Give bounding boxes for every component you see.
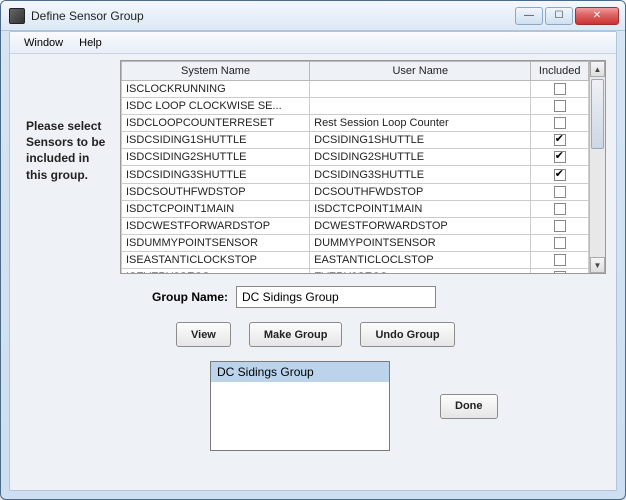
table-row[interactable]: ISDCTCPOINT1MAINISDCTCPOINT1MAIN: [122, 200, 589, 217]
minimize-button[interactable]: —: [515, 7, 543, 25]
checkbox-icon[interactable]: [554, 254, 566, 266]
cell-user: EASTANTICLOCLSTOP: [310, 251, 531, 268]
cell-included[interactable]: [531, 251, 589, 268]
cell-user: DCSOUTHFWDSTOP: [310, 183, 531, 200]
close-button[interactable]: ✕: [575, 7, 619, 25]
menu-help[interactable]: Help: [71, 35, 110, 51]
sensor-table: System Name User Name Included ISCLOCKRU…: [121, 61, 589, 273]
checkbox-icon[interactable]: [554, 186, 566, 198]
checkbox-icon[interactable]: [554, 83, 566, 95]
cell-system: ISCLOCKRUNNING: [122, 81, 310, 98]
checkbox-icon[interactable]: [554, 203, 566, 215]
col-user-name[interactable]: User Name: [310, 62, 531, 81]
group-name-label: Group Name:: [140, 290, 228, 304]
cell-system: ISEVERY3SECS: [122, 269, 310, 273]
cell-included[interactable]: [531, 132, 589, 149]
cell-system: ISDC LOOP CLOCKWISE SE...: [122, 98, 310, 115]
table-row[interactable]: ISDCLOOPCOUNTERRESETRest Session Loop Co…: [122, 115, 589, 132]
cell-included[interactable]: [531, 166, 589, 183]
make-group-button[interactable]: Make Group: [249, 322, 343, 347]
app-window: Define Sensor Group — ☐ ✕ Window Help Pl…: [0, 0, 626, 500]
table-row[interactable]: ISCLOCKRUNNING: [122, 81, 589, 98]
table-row[interactable]: ISDCSOUTHFWDSTOPDCSOUTHFWDSTOP: [122, 183, 589, 200]
col-included[interactable]: Included: [531, 62, 589, 81]
cell-system: ISDCSIDING1SHUTTLE: [122, 132, 310, 149]
sensor-table-container: System Name User Name Included ISCLOCKRU…: [120, 60, 606, 274]
cell-user: [310, 81, 531, 98]
checkbox-icon[interactable]: [554, 220, 566, 232]
menubar: Window Help: [10, 32, 616, 54]
checkbox-icon[interactable]: [554, 169, 566, 181]
scroll-up-icon[interactable]: ▲: [590, 61, 605, 77]
checkbox-icon[interactable]: [554, 237, 566, 249]
cell-system: ISEASTANTICLOCKSTOP: [122, 251, 310, 268]
cell-system: ISDCSOUTHFWDSTOP: [122, 183, 310, 200]
cell-included[interactable]: [531, 81, 589, 98]
checkbox-icon[interactable]: [554, 100, 566, 112]
cell-system: ISDCSIDING3SHUTTLE: [122, 166, 310, 183]
cell-user: DCSIDING3SHUTTLE: [310, 166, 531, 183]
window-controls: — ☐ ✕: [515, 7, 619, 25]
view-button[interactable]: View: [176, 322, 231, 347]
cell-user: DUMMYPOINTSENSOR: [310, 234, 531, 251]
titlebar[interactable]: Define Sensor Group — ☐ ✕: [1, 1, 625, 31]
cell-user: [310, 98, 531, 115]
table-row[interactable]: ISEASTANTICLOCKSTOPEASTANTICLOCLSTOP: [122, 251, 589, 268]
cell-user: ISDCTCPOINT1MAIN: [310, 200, 531, 217]
window-title: Define Sensor Group: [31, 9, 515, 23]
maximize-button[interactable]: ☐: [545, 7, 573, 25]
checkbox-icon[interactable]: [554, 134, 566, 146]
menu-window[interactable]: Window: [16, 35, 71, 51]
side-instruction: Please select Sensors to be included in …: [20, 60, 120, 274]
cell-included[interactable]: [531, 217, 589, 234]
checkbox-icon[interactable]: [554, 151, 566, 163]
cell-user: DCWESTFORWARDSTOP: [310, 217, 531, 234]
cell-user: EVERY3SECS: [310, 269, 531, 273]
undo-group-button[interactable]: Undo Group: [360, 322, 454, 347]
action-buttons-row: View Make Group Undo Group: [176, 322, 616, 347]
scroll-down-icon[interactable]: ▼: [590, 257, 605, 273]
table-row[interactable]: ISDC LOOP CLOCKWISE SE...: [122, 98, 589, 115]
cell-user: DCSIDING1SHUTTLE: [310, 132, 531, 149]
sensor-table-scroll: System Name User Name Included ISCLOCKRU…: [121, 61, 589, 273]
cell-system: ISDCLOOPCOUNTERRESET: [122, 115, 310, 132]
table-row[interactable]: ISDCSIDING2SHUTTLEDCSIDING2SHUTTLE: [122, 149, 589, 166]
cell-included[interactable]: [531, 115, 589, 132]
table-scrollbar[interactable]: ▲ ▼: [589, 61, 605, 273]
table-row[interactable]: ISEVERY3SECSEVERY3SECS: [122, 269, 589, 273]
cell-system: ISDUMMYPOINTSENSOR: [122, 234, 310, 251]
checkbox-icon[interactable]: [554, 271, 566, 273]
upper-content: Please select Sensors to be included in …: [10, 54, 616, 274]
cell-system: ISDCSIDING2SHUTTLE: [122, 149, 310, 166]
cell-included[interactable]: [531, 98, 589, 115]
table-row[interactable]: ISDCSIDING1SHUTTLEDCSIDING1SHUTTLE: [122, 132, 589, 149]
table-row[interactable]: ISDCWESTFORWARDSTOPDCWESTFORWARDSTOP: [122, 217, 589, 234]
cell-included[interactable]: [531, 269, 589, 273]
group-name-row: Group Name:: [140, 286, 616, 308]
app-icon: [9, 8, 25, 24]
col-system-name[interactable]: System Name: [122, 62, 310, 81]
scroll-thumb[interactable]: [591, 79, 604, 149]
cell-included[interactable]: [531, 149, 589, 166]
groups-area: DC Sidings Group Done: [210, 361, 616, 451]
cell-included[interactable]: [531, 234, 589, 251]
cell-user: DCSIDING2SHUTTLE: [310, 149, 531, 166]
cell-user: Rest Session Loop Counter: [310, 115, 531, 132]
list-item[interactable]: DC Sidings Group: [211, 362, 389, 382]
cell-included[interactable]: [531, 200, 589, 217]
table-row[interactable]: ISDCSIDING3SHUTTLEDCSIDING3SHUTTLE: [122, 166, 589, 183]
client-area: Window Help Please select Sensors to be …: [9, 31, 617, 491]
table-row[interactable]: ISDUMMYPOINTSENSORDUMMYPOINTSENSOR: [122, 234, 589, 251]
group-name-input[interactable]: [236, 286, 436, 308]
done-button[interactable]: Done: [440, 394, 498, 419]
lower-content: Group Name: View Make Group Undo Group D…: [10, 274, 616, 451]
cell-system: ISDCTCPOINT1MAIN: [122, 200, 310, 217]
cell-system: ISDCWESTFORWARDSTOP: [122, 217, 310, 234]
cell-included[interactable]: [531, 183, 589, 200]
groups-listbox[interactable]: DC Sidings Group: [210, 361, 390, 451]
checkbox-icon[interactable]: [554, 117, 566, 129]
